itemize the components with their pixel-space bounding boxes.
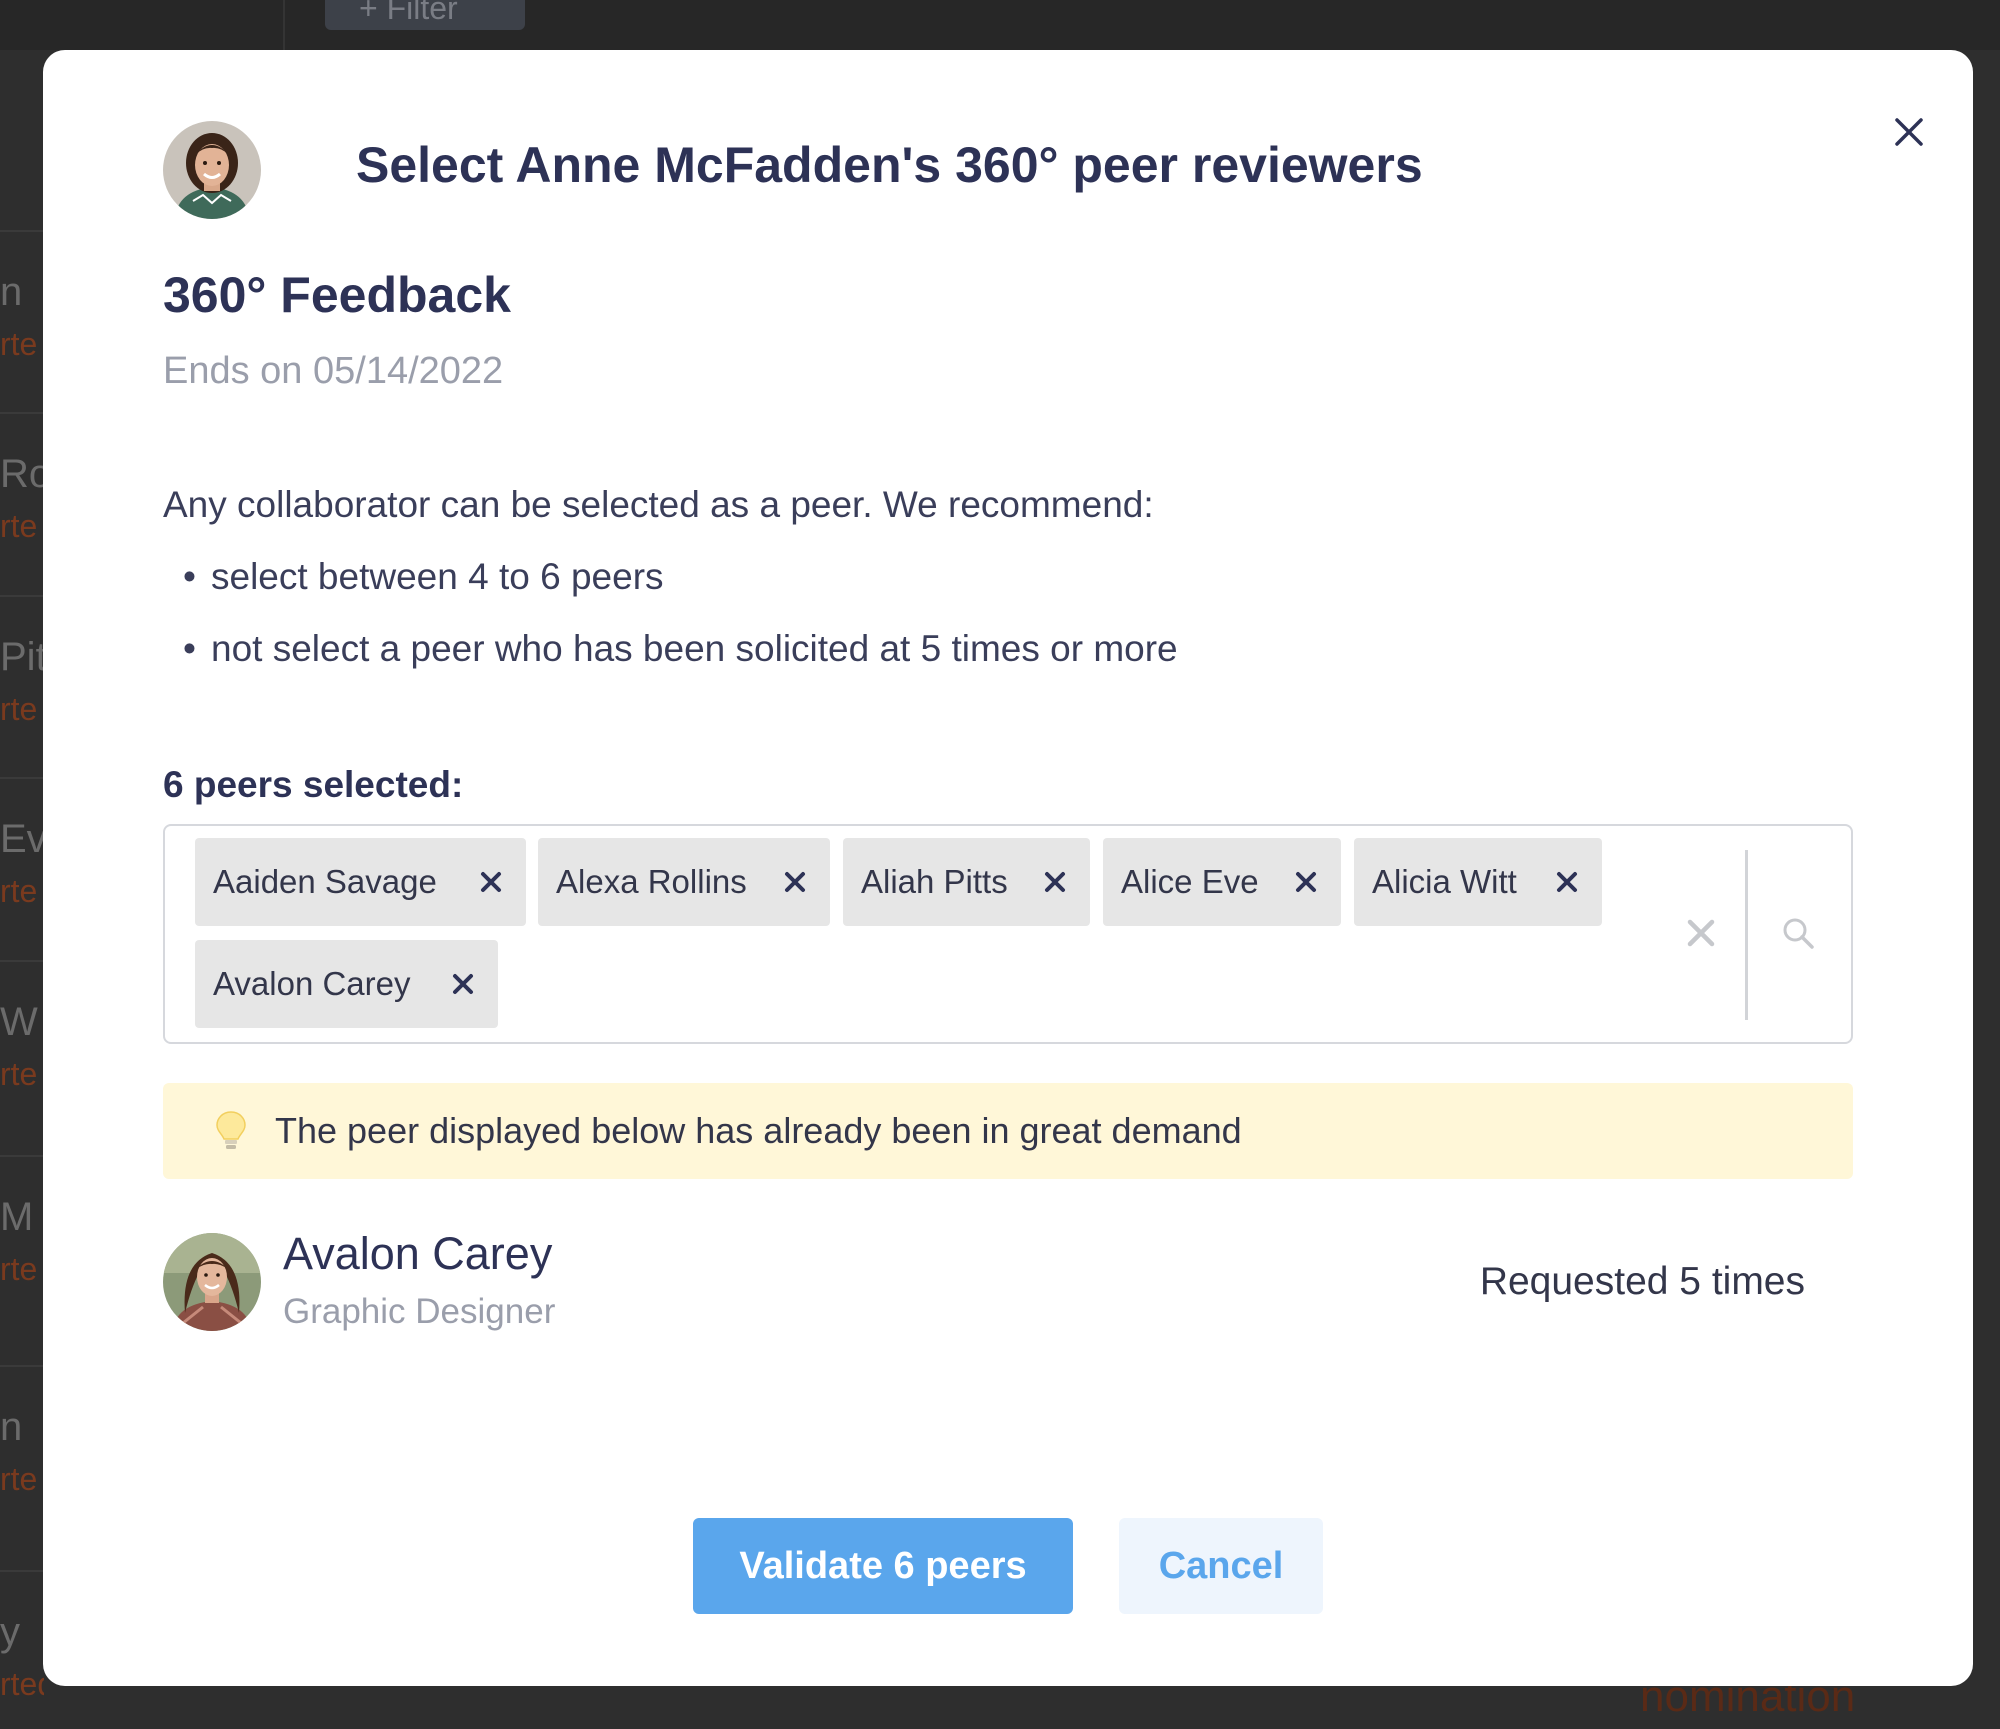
background-row: Ev rte (0, 817, 44, 927)
validate-peers-button[interactable]: Validate 6 peers (693, 1518, 1073, 1614)
recommendation-item: • not select a peer who has been solicite… (183, 628, 1178, 670)
background-row-status: rte (0, 326, 38, 362)
peer-chip: Alexa Rollins (538, 838, 830, 926)
anne-mcfadden-avatar (163, 121, 261, 219)
background-row-divider (0, 595, 44, 597)
remove-chip-button[interactable] (778, 865, 812, 899)
remove-chip-button[interactable] (1550, 865, 1584, 899)
background-row-status: rte (0, 1056, 38, 1092)
peer-chip-label: Alice Eve (1121, 863, 1259, 900)
background-row-status: rte (0, 508, 38, 544)
background-row-divider (0, 960, 44, 962)
close-icon (453, 974, 473, 994)
peer-chip-label: Avalon Carey (213, 965, 411, 1002)
recommendation-text: not select a peer who has been solicited… (211, 628, 1178, 669)
plus-icon: + (359, 0, 378, 26)
close-icon (1045, 872, 1065, 892)
peer-chip-label: Aaiden Savage (213, 863, 437, 900)
background-filter-label: Filter (386, 0, 458, 26)
remove-chip-button[interactable] (446, 967, 480, 1001)
peer-chip-label: Aliah Pitts (861, 863, 1008, 900)
remove-chip-button[interactable] (1289, 865, 1323, 899)
background-row-status: rte (0, 691, 38, 727)
background-row-divider (0, 1155, 44, 1157)
background-row-divider (0, 412, 44, 414)
recommendation-text: select between 4 to 6 peers (211, 556, 664, 597)
background-row-status: rte (0, 1251, 38, 1287)
peer-chip: Aaiden Savage (195, 838, 526, 926)
close-icon (481, 872, 501, 892)
bullet: • (183, 628, 196, 669)
background-row: y rted (0, 1610, 44, 1720)
background-row-name: Ev (0, 817, 44, 861)
peer-multiselect[interactable]: Aaiden Savage Alexa Rollins Aliah Pitts … (163, 824, 1853, 1044)
background-row-name: n (0, 1405, 23, 1449)
peer-chip-label: Alexa Rollins (556, 863, 747, 900)
background-row-name: Ro (0, 452, 44, 496)
peer-chip-label: Alicia Witt (1372, 863, 1517, 900)
peer-name: Avalon Carey (283, 1228, 553, 1279)
background-row-divider (0, 230, 44, 232)
close-icon (1895, 118, 1923, 146)
bullet: • (183, 556, 196, 597)
peer-chip: Aliah Pitts (843, 838, 1090, 926)
peer-chip: Alicia Witt (1354, 838, 1602, 926)
search-icon (1783, 918, 1814, 949)
background-row-divider (0, 1570, 44, 1572)
background-toolbar (0, 0, 2000, 50)
background-row: Pit rte (0, 635, 44, 745)
background-row-divider (0, 777, 44, 779)
cancel-button[interactable]: Cancel (1119, 1518, 1323, 1614)
modal-title: Select Anne McFadden's 360° peer reviewe… (356, 137, 1423, 193)
close-modal-button[interactable] (1879, 102, 1939, 162)
background-row: M rte (0, 1195, 44, 1305)
background-filter-button: + Filter (325, 0, 525, 30)
peer-chip: Alice Eve (1103, 838, 1341, 926)
warning-text: The peer displayed below has already bee… (275, 1110, 1242, 1151)
background-row: n rte (0, 1405, 44, 1515)
remove-chip-button[interactable] (474, 865, 508, 899)
background-row-status: rte (0, 1461, 38, 1497)
close-icon (1687, 919, 1715, 947)
demand-warning-banner: The peer displayed below has already bee… (163, 1083, 1853, 1179)
peer-chip: Avalon Carey (195, 940, 498, 1028)
close-icon (785, 872, 805, 892)
search-button[interactable] (1773, 908, 1823, 958)
background-row-divider (0, 1365, 44, 1367)
peer-selection-modal: Select Anne McFadden's 360° peer reviewe… (43, 50, 1973, 1686)
close-icon (1557, 872, 1577, 892)
campaign-end-date: Ends on 05/14/2022 (163, 350, 504, 392)
background-row-name: y (0, 1610, 20, 1654)
close-icon (1296, 872, 1316, 892)
background-row-name: Pit (0, 635, 44, 679)
lightbulb-icon (216, 1111, 246, 1149)
remove-chip-button[interactable] (1038, 865, 1072, 899)
selected-peers-count: 6 peers selected: (163, 764, 464, 805)
background-row-status: rted (0, 1666, 44, 1702)
peer-role: Graphic Designer (283, 1292, 556, 1331)
avalon-carey-avatar (163, 1233, 261, 1331)
background-row: W rte (0, 1000, 44, 1110)
recommendation-intro: Any collaborator can be selected as a pe… (163, 484, 1154, 525)
background-row-name: n (0, 270, 23, 314)
peer-request-count: Requested 5 times (1479, 1260, 1805, 1303)
recommendation-item: • select between 4 to 6 peers (183, 556, 664, 598)
background-row-name: W (0, 1000, 38, 1044)
background-toolbar-separator (283, 0, 285, 50)
campaign-title: 360° Feedback (163, 267, 511, 323)
background-row-name: M (0, 1195, 34, 1239)
selector-divider (1745, 850, 1748, 1020)
background-row-status: rte (0, 873, 38, 909)
background-row: n rte (0, 270, 44, 380)
clear-all-button[interactable] (1676, 908, 1726, 958)
background-row: Ro rte (0, 452, 44, 562)
